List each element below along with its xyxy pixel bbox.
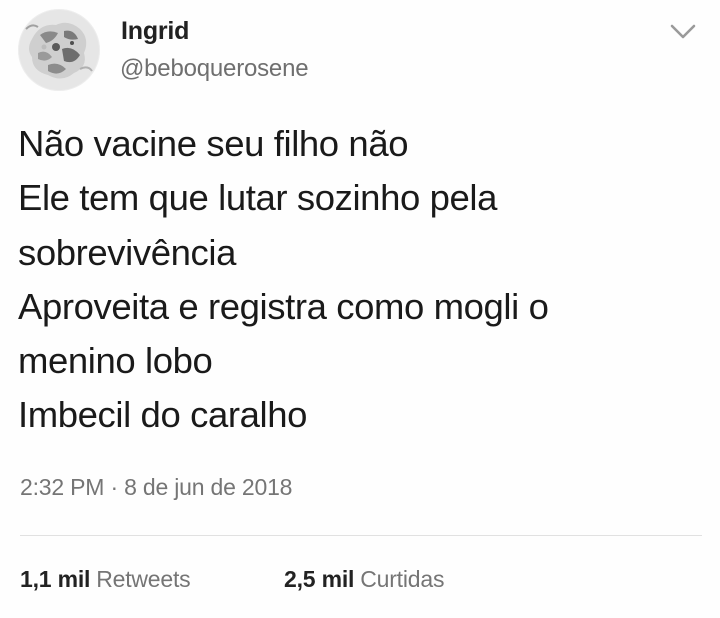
retweets-count: 1,1 mil <box>20 566 91 592</box>
tweet-text-line: Ele tem que lutar sozinho pela <box>18 177 498 219</box>
tweet-text-line: Imbecil do caralho <box>18 394 308 436</box>
tweet-text-line: sobrevivência <box>18 231 236 273</box>
likes-label: Curtidas <box>360 566 445 592</box>
retweets-stat[interactable]: 1,1 mil Retweets <box>20 566 191 593</box>
avatar[interactable] <box>18 9 100 91</box>
likes-stat[interactable]: 2,5 mil Curtidas <box>284 566 444 593</box>
tweet-text-line: Aproveita e registra como mogli o <box>18 285 549 327</box>
divider <box>20 535 702 536</box>
retweets-label: Retweets <box>96 566 191 592</box>
display-name[interactable]: Ingrid <box>121 17 189 46</box>
tweet-text: Não vacine seu filho não Ele tem que lut… <box>18 117 708 443</box>
user-handle[interactable]: @beboquerosene <box>120 55 309 83</box>
tweet-text-line: menino lobo <box>18 340 213 382</box>
likes-count: 2,5 mil <box>284 566 355 592</box>
tweet-text-line: Não vacine seu filho não <box>18 123 409 164</box>
tweet-timestamp[interactable]: 2:32 PM · 8 de jun de 2018 <box>20 474 292 501</box>
tweet-card: Ingrid @beboquerosene Não vacine seu fil… <box>0 0 720 618</box>
avatar-image <box>18 9 100 91</box>
chevron-down-icon[interactable] <box>666 18 700 44</box>
